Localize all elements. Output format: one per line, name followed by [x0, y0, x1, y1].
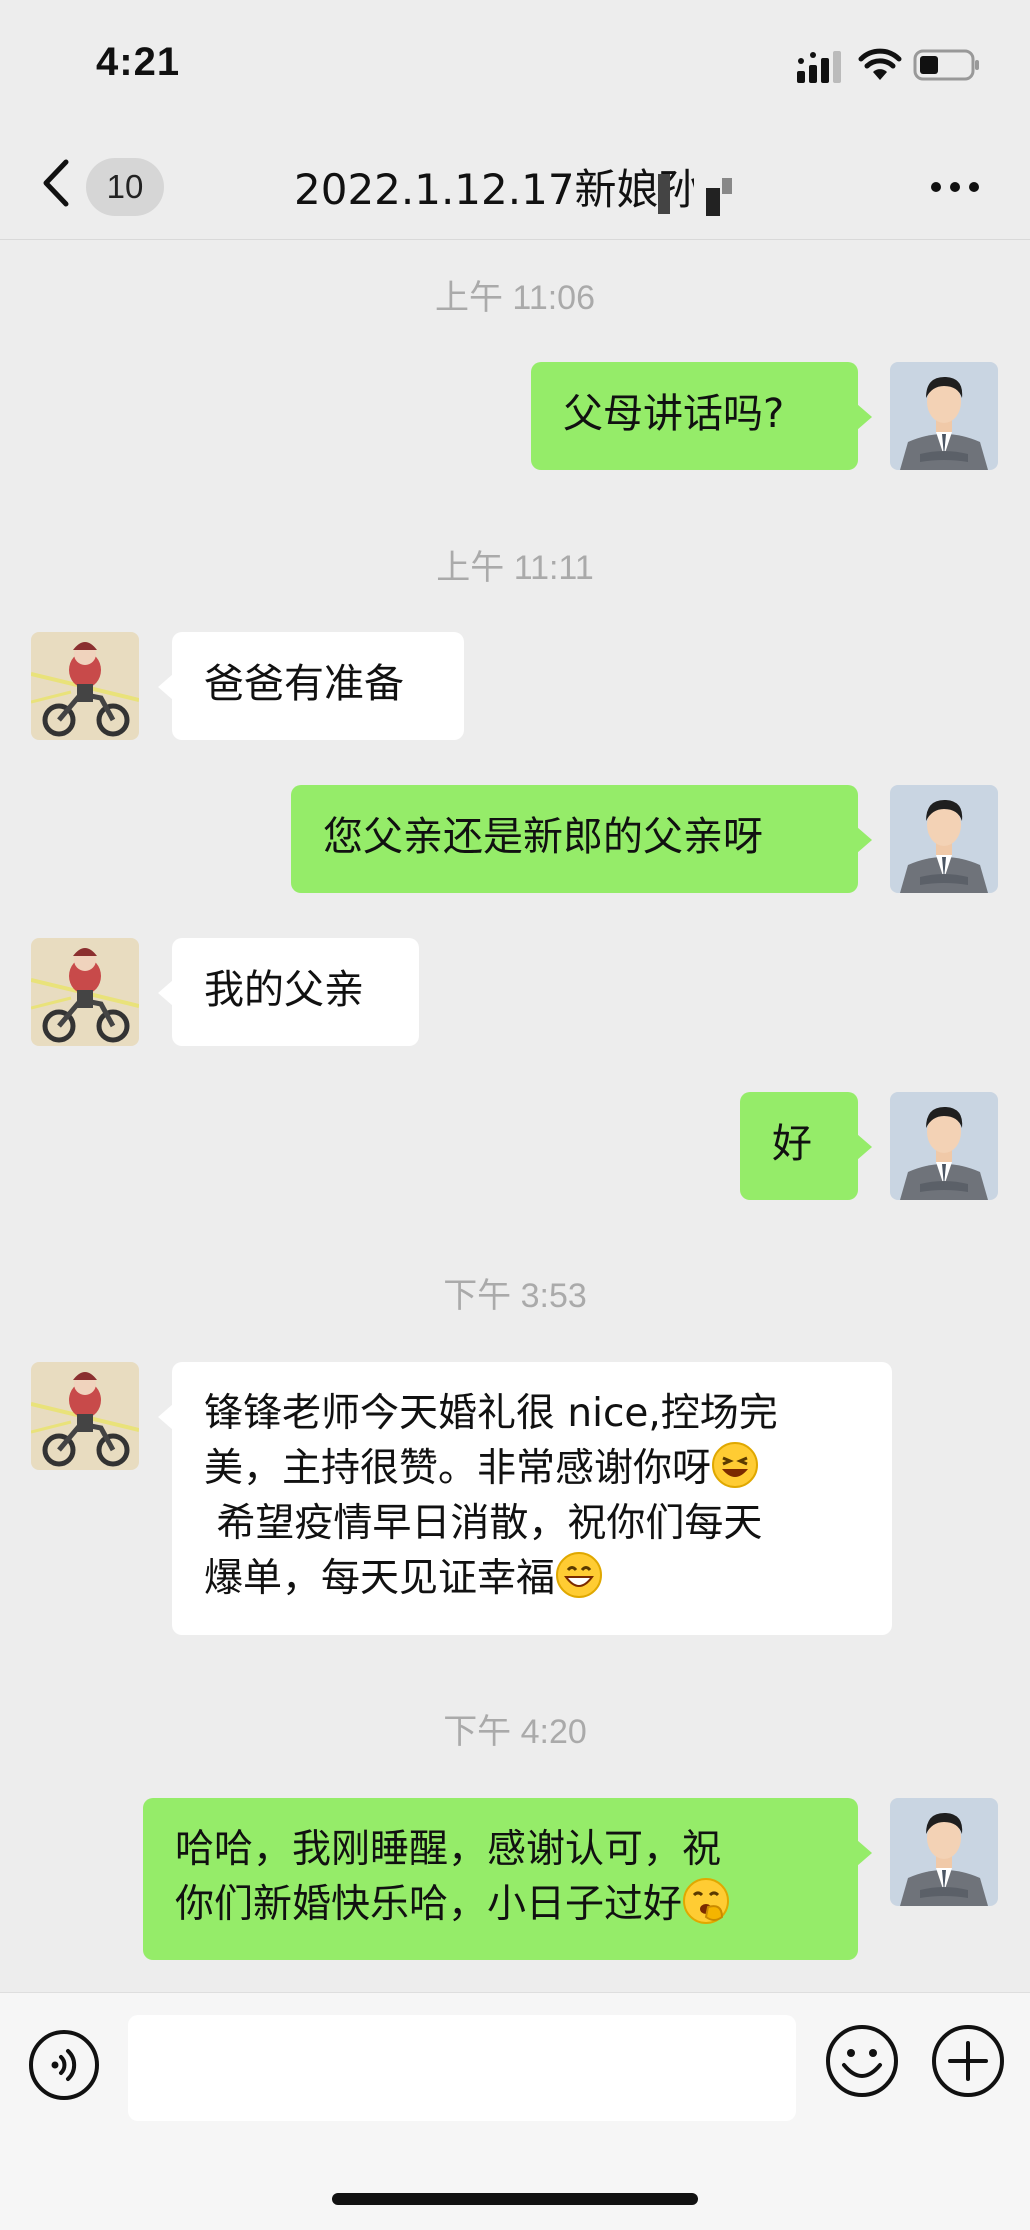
laughing-emoji-icon	[712, 1442, 759, 1488]
message-text: 锋锋老师今天婚礼很 nice,控场完 美，主持很赞。非常感谢你呀	[204, 1391, 778, 1491]
message-text: 希望疫情早日消散，祝你们每天 爆单，每天见证幸福	[204, 1501, 763, 1601]
back-chevron-icon[interactable]	[40, 158, 72, 208]
voice-input-icon[interactable]	[28, 2029, 100, 2101]
message-text: 哈哈，我刚睡醒，感谢认可，祝 你们新婚快乐哈，小日子过好	[175, 1827, 722, 1927]
battery-icon	[913, 49, 979, 81]
my-avatar[interactable]	[890, 785, 998, 893]
my-avatar[interactable]	[890, 1798, 998, 1906]
timestamp: 下午 3:53	[443, 1277, 587, 1315]
message-bubble-sent[interactable]: 父母讲话吗?	[531, 362, 872, 470]
timestamp: 上午 11:11	[436, 549, 594, 587]
emoji-picker-icon[interactable]	[824, 2023, 900, 2099]
message-bubble-received[interactable]: 我的父亲	[158, 938, 419, 1046]
more-options-icon[interactable]	[930, 180, 980, 194]
message-bubble-sent[interactable]: 好	[740, 1092, 872, 1200]
message-bubble-sent[interactable]: 您父亲还是新郎的父亲呀	[291, 785, 872, 893]
more-actions-plus-icon[interactable]	[930, 2023, 1006, 2099]
my-avatar[interactable]	[890, 362, 998, 470]
redaction-mask	[652, 160, 742, 230]
contact-avatar[interactable]	[31, 632, 139, 740]
message-bubble-sent[interactable]: 哈哈，我刚睡醒，感谢认可，祝 你们新婚快乐哈，小日子过好	[143, 1798, 872, 1960]
contact-avatar[interactable]	[31, 1362, 139, 1470]
grin-emoji-icon	[556, 1552, 603, 1598]
cellular-signal-icon	[797, 51, 841, 83]
message-input[interactable]	[128, 2015, 796, 2121]
status-bar: 4:21	[0, 0, 1030, 120]
chat-title[interactable]: 2022.1.12.17新娘孙	[294, 160, 694, 220]
message-bubble-received[interactable]: 锋锋老师今天婚礼很 nice,控场完 美，主持很赞。非常感谢你呀 希望疫情早日消…	[158, 1362, 892, 1635]
home-indicator	[332, 2193, 698, 2205]
yawn-emoji-icon	[683, 1878, 730, 1924]
timestamp: 下午 4:20	[443, 1713, 587, 1751]
wifi-icon	[858, 48, 902, 80]
chat-header: 10 2022.1.12.17新娘孙	[0, 120, 1030, 240]
contact-avatar[interactable]	[31, 938, 139, 1046]
timestamp: 上午 11:06	[434, 279, 595, 317]
unread-count-badge[interactable]: 10	[86, 158, 164, 216]
status-time: 4:21	[96, 40, 181, 84]
my-avatar[interactable]	[890, 1092, 998, 1200]
input-bar	[0, 1992, 1030, 2230]
message-bubble-received[interactable]: 爸爸有准备	[158, 632, 464, 740]
